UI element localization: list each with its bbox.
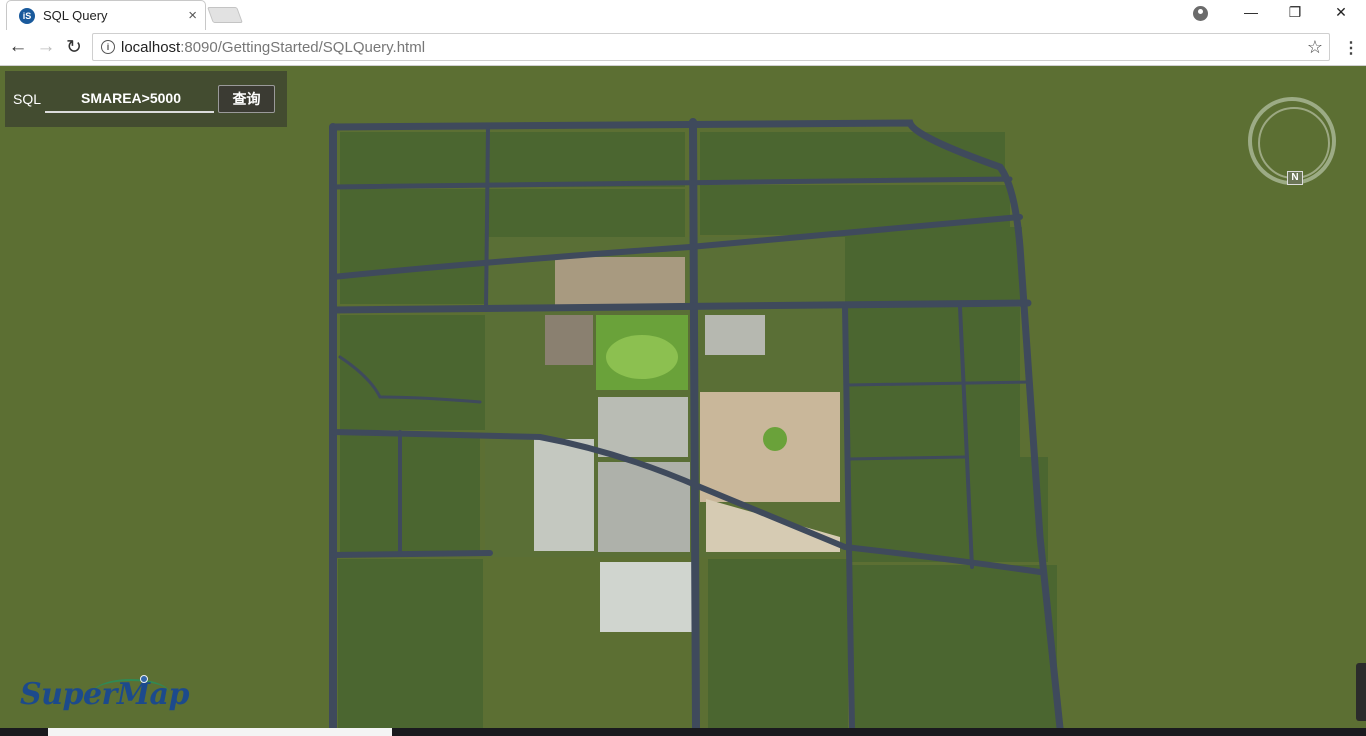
compass-icon[interactable]: N — [1248, 97, 1336, 185]
field-north-west — [340, 132, 685, 187]
taskbar — [0, 728, 1366, 736]
sql-input[interactable] — [45, 85, 214, 113]
url-path: :8090/GettingStarted/SQLQuery.html — [180, 38, 426, 56]
block-centre-west — [598, 397, 688, 457]
field-east-low — [848, 457, 1048, 562]
map-viewport[interactable]: SQL 查询 N SuperMap — [0, 67, 1366, 728]
address-bar[interactable]: i localhost:8090/GettingStarted/SQLQuery… — [92, 33, 1330, 61]
browser-tab[interactable]: iS SQL Query × — [6, 0, 206, 30]
field-north-east — [700, 132, 1005, 182]
window-close-button[interactable]: ✕ — [1331, 4, 1351, 21]
field-west-low — [340, 435, 480, 555]
city-scene[interactable] — [0, 67, 1366, 728]
favicon-icon: iS — [19, 7, 35, 24]
road-south-west — [330, 550, 493, 558]
sql-label: SQL — [13, 91, 42, 107]
block-west-a — [545, 315, 593, 365]
field-south-east — [852, 565, 1057, 728]
supermap-logo: SuperMap — [20, 677, 189, 712]
road-east-minor-2 — [846, 455, 967, 461]
tab-bar: iS SQL Query × — ❐ ✕ — [0, 0, 1366, 30]
field-east-upper — [822, 227, 1022, 302]
forward-icon[interactable]: → — [35, 36, 57, 58]
reload-icon[interactable]: ↻ — [63, 36, 85, 59]
profile-icon[interactable] — [1193, 6, 1208, 21]
compass-north-label: N — [1287, 171, 1303, 185]
star-icon[interactable]: ☆ — [1307, 37, 1323, 58]
park-lawn — [606, 335, 678, 379]
road-north-west-street — [484, 125, 490, 312]
empty-lot — [600, 562, 695, 632]
minimize-button[interactable]: — — [1241, 4, 1261, 20]
road-main-north-south — [689, 118, 700, 728]
close-icon[interactable]: × — [188, 7, 197, 24]
url-host: localhost — [121, 38, 181, 56]
field-south-west — [338, 559, 483, 728]
query-button[interactable]: 查询 — [218, 85, 275, 113]
restore-button[interactable]: ❐ — [1285, 4, 1305, 21]
back-icon[interactable]: ← — [7, 36, 29, 58]
side-meter — [1356, 663, 1366, 721]
tab-title: SQL Query — [43, 8, 108, 23]
plaza-green — [763, 427, 787, 451]
menu-icon[interactable]: ⋮ — [1343, 38, 1359, 58]
info-icon[interactable]: i — [101, 40, 115, 54]
block-north — [555, 257, 685, 305]
taskbar-search[interactable] — [48, 728, 392, 736]
globe-icon — [140, 675, 148, 683]
block-south-west — [534, 439, 594, 551]
browser-toolbar: ← → ↻ i localhost:8090/GettingStarted/SQ… — [0, 30, 1366, 66]
url-text[interactable]: localhost:8090/GettingStarted/SQLQuery.h… — [121, 39, 425, 56]
field-south-mid — [708, 559, 848, 728]
block-east-a — [705, 315, 765, 355]
sql-query-panel: SQL 查询 — [5, 71, 287, 127]
new-tab-button[interactable] — [207, 7, 243, 23]
